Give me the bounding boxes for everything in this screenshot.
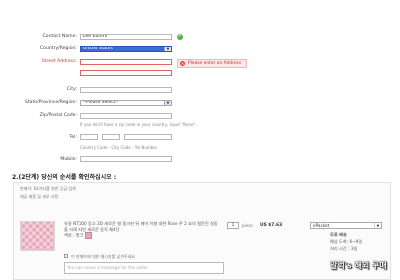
contact-name-label: Contact Name: xyxy=(42,34,77,39)
city-input[interactable] xyxy=(80,87,172,93)
street-address-input[interactable] xyxy=(80,59,172,65)
shipping-method-select[interactable]: ePacket ▼ xyxy=(310,222,382,229)
tel-city-code-input[interactable] xyxy=(102,134,120,140)
street-address-line2-input[interactable] xyxy=(80,70,172,76)
country-label: Country/Region: xyxy=(39,46,77,51)
quantity-unit: piece xyxy=(242,223,253,228)
product-details-label: 제공 제품 및 세부 사항 xyxy=(20,194,59,199)
mobile-label: Mobile: xyxy=(60,157,77,162)
address-error-text: Please enter an Address xyxy=(188,61,242,67)
state-select[interactable]: --Please Select-- ▼ xyxy=(80,100,172,106)
tel-country-code-input[interactable] xyxy=(80,134,98,140)
close-icon: ✕ xyxy=(180,61,185,67)
delivery-estimate: 예상 도착: 6~9일 xyxy=(330,239,363,244)
watermark: 말럭's 해외 구매 xyxy=(330,260,387,270)
tel-number-input[interactable] xyxy=(124,134,172,140)
chevron-down-icon: ▼ xyxy=(164,47,171,51)
zip-label: Zip/Postal Code: xyxy=(39,113,77,118)
zip-input[interactable] xyxy=(80,113,172,119)
country-value: United States xyxy=(83,46,113,51)
product-thumbnail[interactable] xyxy=(20,221,55,251)
processing-time: 처리 시간 : 3일 xyxy=(330,246,358,251)
message-checkbox-label: 이 판매자에 대한 메시지를 남겨주세요 xyxy=(71,254,135,259)
state-value: --Please Select-- xyxy=(83,100,119,105)
country-select[interactable]: United States ▼ xyxy=(80,46,172,52)
shipping-method-value: ePacket xyxy=(313,223,330,228)
product-description[interactable]: 유용 NT100 등고 2D 새로운 형 핑크핀 뒤 헤어 이형 대한 Rose… xyxy=(64,221,218,240)
message-checkbox[interactable] xyxy=(64,254,68,258)
check-icon: ✔ xyxy=(177,34,183,40)
tel-hint: Country Code - City Code - Tel Number xyxy=(80,145,158,150)
zip-hint: If you don't have a zip code in your cou… xyxy=(80,122,197,127)
free-shipping: 무료 배송 xyxy=(330,232,347,237)
address-error-message: ✕ Please enter an Address xyxy=(177,59,247,68)
order-review-title: 2.(2단계) 당신의 순서를 확인하십시오 : xyxy=(12,174,117,181)
color-swatch xyxy=(84,232,92,240)
city-label: City: xyxy=(66,87,77,92)
contact-name-input[interactable]: Lee Eunmi xyxy=(80,34,172,40)
chevron-down-icon: ▼ xyxy=(164,101,171,105)
seller-line: 판매자: 64가지를 위한 공급 업체 xyxy=(20,186,76,191)
product-color: 색상 : 핑크 xyxy=(64,232,84,238)
street-address-label: Street Address: xyxy=(41,59,77,64)
chevron-down-icon: ▼ xyxy=(374,223,381,228)
quantity-input[interactable]: 1 xyxy=(227,222,239,229)
state-label: State/Province/Region: xyxy=(24,100,77,105)
seller-message-textarea[interactable]: You can leave a message for the seller. xyxy=(64,262,224,274)
tel-label: Tel: xyxy=(69,135,77,140)
mobile-input[interactable] xyxy=(80,156,172,162)
product-title[interactable]: 유용 NT100 등고 2D 새로운 형 핑크핀 뒤 헤어 이형 대한 Rose… xyxy=(64,221,218,232)
item-price: US $7.63 xyxy=(260,223,283,228)
